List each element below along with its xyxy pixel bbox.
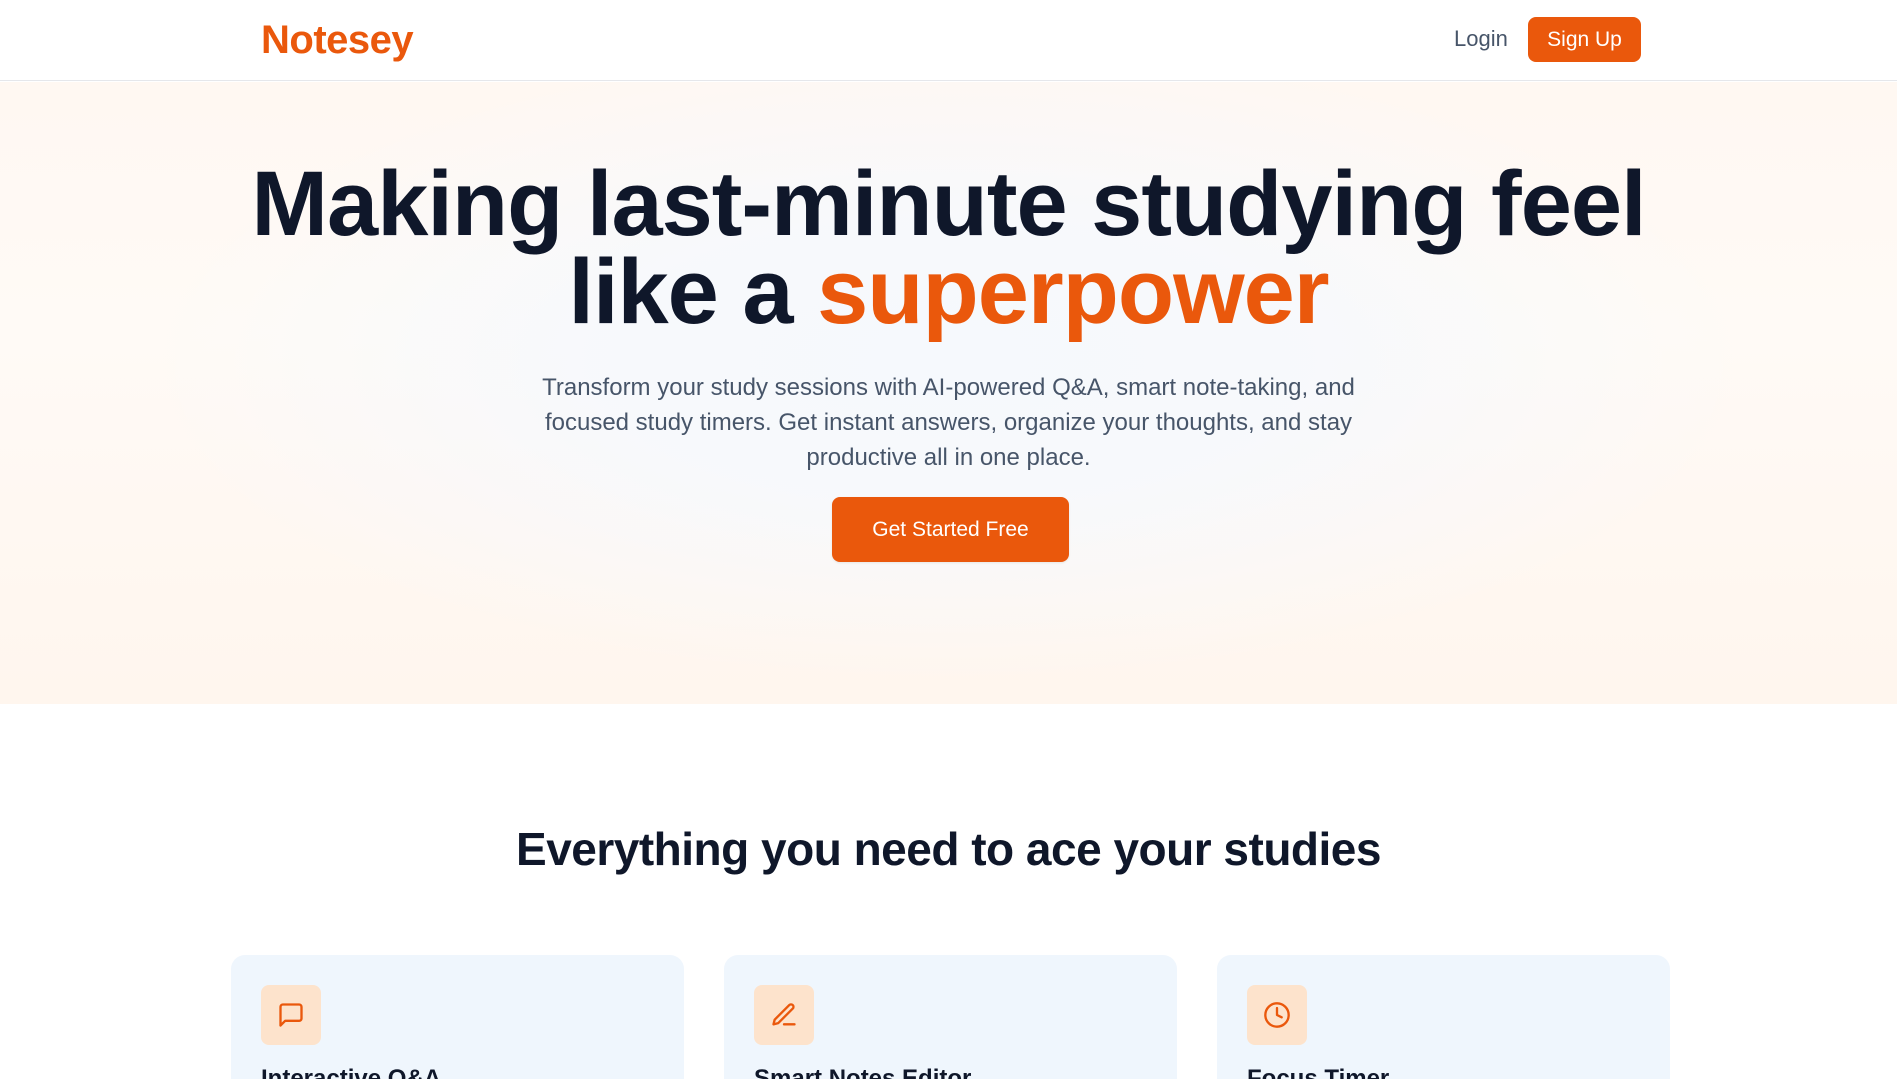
brand-logo[interactable]: Notesey [261, 18, 414, 63]
hero-title-accent: superpower [817, 241, 1329, 343]
feature-card-timer[interactable]: Focus Timer [1217, 955, 1670, 1079]
hero-subtitle: Transform your study sessions with AI-po… [542, 374, 1355, 471]
landing-page: Notesey Login Sign Up Making last-minute… [0, 0, 1897, 1079]
feature-card-title: Focus Timer [1247, 1065, 1390, 1079]
feature-card-title: Interactive Q&A [261, 1065, 442, 1079]
signup-button[interactable]: Sign Up [1528, 17, 1641, 62]
feature-card-qa[interactable]: Interactive Q&A [231, 955, 684, 1079]
chat-bubble-icon [261, 985, 321, 1045]
clock-icon [1247, 985, 1307, 1045]
pencil-icon [754, 985, 814, 1045]
features-heading: Everything you need to ace your studies [516, 823, 1381, 875]
feature-card-notes[interactable]: Smart Notes Editor [724, 955, 1177, 1079]
hero-title: Making last-minute studying feel like a … [0, 158, 1897, 338]
hero-title-line2-prefix: like a [568, 241, 818, 343]
top-navbar: Notesey Login Sign Up [0, 0, 1897, 81]
hero-title-line1: Making last-minute studying feel [251, 153, 1646, 255]
hero-section: Making last-minute studying feel like a … [0, 82, 1897, 704]
login-link[interactable]: Login [1454, 26, 1508, 52]
feature-card-title: Smart Notes Editor [754, 1065, 972, 1079]
get-started-button[interactable]: Get Started Free [832, 497, 1069, 562]
